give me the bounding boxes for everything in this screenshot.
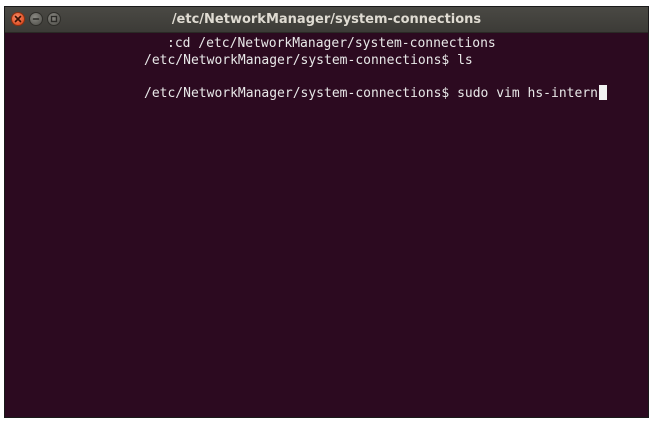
terminal-line-2: /etc/NetworkManager/system-connections$ …	[144, 53, 473, 68]
terminal-line-1: :cd /etc/NetworkManager/system-connectio…	[167, 35, 496, 52]
terminal-command-text: /etc/NetworkManager/system-connections$ …	[144, 86, 598, 101]
title-bar[interactable]: /etc/NetworkManager/system-connections	[5, 7, 648, 33]
terminal-window: /etc/NetworkManager/system-connections :…	[4, 6, 649, 418]
terminal-line-3: /etc/NetworkManager/system-connections$ …	[144, 85, 607, 102]
terminal-output[interactable]: :cd /etc/NetworkManager/system-connectio…	[5, 33, 648, 417]
terminal-line-1-text: cd /etc/NetworkManager/system-connection…	[174, 36, 496, 51]
text-cursor	[598, 85, 607, 100]
window-title: /etc/NetworkManager/system-connections	[171, 12, 482, 27]
terminal-line-1-artifact: :	[167, 36, 175, 51]
